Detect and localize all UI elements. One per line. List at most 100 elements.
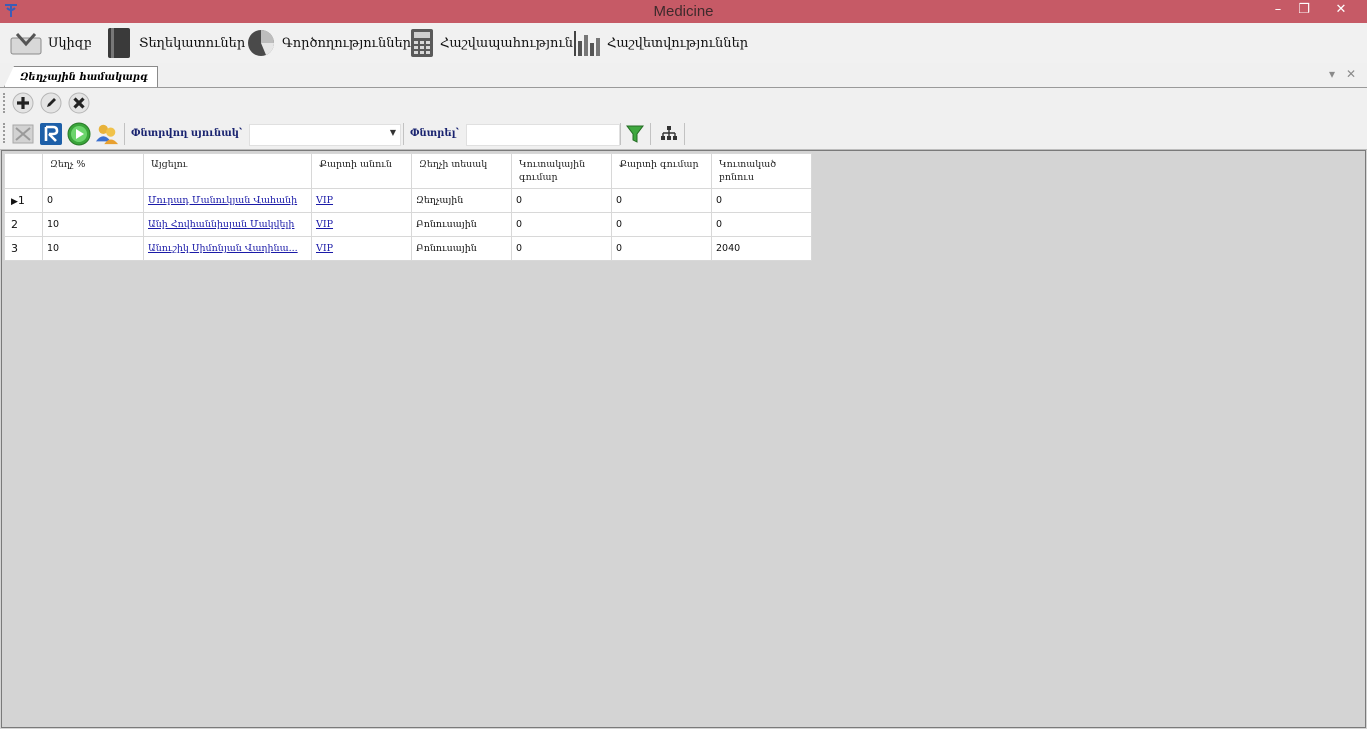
- minimize-button[interactable]: –: [1264, 0, 1292, 22]
- bonus-cell[interactable]: 0: [711, 188, 812, 213]
- data-grid-panel: Զեղչ % Այցելու Քարտի անուն Զեղչի տեսակ Կ…: [1, 150, 1366, 728]
- run-button[interactable]: [67, 122, 91, 146]
- toolbar-grip[interactable]: [3, 123, 8, 143]
- card-name-link[interactable]: VIP: [311, 236, 412, 261]
- search-column-select[interactable]: ▼: [249, 124, 401, 146]
- menu-reports[interactable]: Հաշվետվություններ: [573, 26, 748, 60]
- export-button[interactable]: [11, 122, 35, 146]
- start-icon: [10, 30, 42, 56]
- title-bar: Medicine – ❐ ✕: [0, 0, 1367, 23]
- column-header[interactable]: Քարտի անուն: [311, 153, 412, 189]
- document-tab-strip: Զեղչային համակարգ ▾ ✕: [0, 63, 1367, 88]
- tab-list-dropdown-icon[interactable]: ▾: [1329, 67, 1335, 81]
- delete-x-icon: [68, 92, 90, 114]
- row-header[interactable]: 2: [4, 212, 43, 237]
- close-button[interactable]: ✕: [1326, 0, 1356, 22]
- accumulated-sum-cell[interactable]: 0: [511, 236, 612, 261]
- pie-chart-icon: [246, 29, 276, 57]
- delete-button[interactable]: [67, 91, 91, 115]
- hierarchy-icon: [661, 126, 677, 140]
- dropdown-arrow-icon: ▼: [389, 128, 396, 137]
- search-label: Փնտրել՝: [410, 128, 459, 139]
- column-header[interactable]: Այցելու: [143, 153, 312, 189]
- card-sum-cell[interactable]: 0: [611, 188, 712, 213]
- menu-start[interactable]: Սկիզբ: [10, 26, 92, 60]
- card-name-link[interactable]: VIP: [311, 188, 412, 213]
- discount-cards-table: Զեղչ % Այցելու Քարտի անուն Զեղչի տեսակ Կ…: [4, 153, 812, 261]
- discount-type-cell[interactable]: Զեղչային: [411, 188, 512, 213]
- visitor-link[interactable]: Անի Հովհաննիսյան Մակվելի: [143, 212, 312, 237]
- menu-directories[interactable]: Տեղեկատուներ: [105, 26, 245, 60]
- discount-cell[interactable]: 0: [42, 188, 144, 213]
- calculator-icon: [410, 28, 434, 58]
- filter-button[interactable]: [623, 122, 647, 146]
- menu-reports-label: Հաշվետվություններ: [607, 35, 749, 51]
- table-row[interactable]: ▶1 0 Մուրադ Մանուկյան Վահանի VIP Զեղչայի…: [4, 188, 812, 213]
- row-number: 3: [11, 242, 18, 255]
- menu-accounting-label: Հաշվապահություն: [440, 35, 574, 51]
- visitor-link[interactable]: Մուրադ Մանուկյան Վահանի: [143, 188, 312, 213]
- menu-operations-label: Գործողություններ: [282, 35, 412, 51]
- card-sum-cell[interactable]: 0: [611, 236, 712, 261]
- table-row[interactable]: 3 10 Անուշիկ Սիմոնյան Վաղինա... VIP Բոնո…: [4, 236, 812, 261]
- row-header-corner: [4, 153, 43, 189]
- add-button[interactable]: [11, 91, 35, 115]
- discount-type-cell[interactable]: Բոնուսային: [411, 236, 512, 261]
- search-toolbar: Փնտրվող սյունակ՝ ▼ Փնտրել՝: [0, 119, 1367, 150]
- column-header[interactable]: Կուտակած բոնուս: [711, 153, 812, 189]
- bonus-cell[interactable]: 0: [711, 212, 812, 237]
- card-name-link[interactable]: VIP: [311, 212, 412, 237]
- column-header[interactable]: Զեղչ %: [42, 153, 144, 189]
- tab-discount-system[interactable]: Զեղչային համակարգ: [4, 66, 158, 87]
- toolbar-grip[interactable]: [3, 93, 8, 113]
- menu-start-label: Սկիզբ: [48, 35, 92, 51]
- accumulated-sum-cell[interactable]: 0: [511, 188, 612, 213]
- discount-type-cell[interactable]: Բոնուսային: [411, 212, 512, 237]
- play-icon: [67, 122, 91, 146]
- toolbar-separator: [124, 123, 125, 145]
- tab-discount-system-label: Զեղչային համակարգ: [20, 71, 148, 83]
- refresh-button[interactable]: [39, 122, 63, 146]
- table-header-row: Զեղչ % Այցելու Քարտի անուն Զեղչի տեսակ Կ…: [4, 153, 812, 189]
- table-row[interactable]: 2 10 Անի Հովհաննիսյան Մակվելի VIP Բոնուս…: [4, 212, 812, 237]
- window-title: Medicine: [653, 3, 714, 20]
- row-number: 2: [11, 218, 18, 231]
- menu-accounting[interactable]: Հաշվապահություն: [410, 26, 573, 60]
- restore-button[interactable]: ❐: [1290, 0, 1318, 22]
- export-disabled-icon: [12, 124, 34, 144]
- hierarchy-button[interactable]: [657, 122, 681, 146]
- refresh-icon: [40, 123, 62, 145]
- book-icon: [105, 27, 133, 59]
- toolbar-separator: [403, 123, 404, 145]
- pencil-icon: [40, 92, 62, 114]
- main-menu-bar: Սկիզբ Տեղեկատուներ Գործողություններ Հաշվ…: [0, 23, 1367, 64]
- column-header[interactable]: Քարտի գումար: [611, 153, 712, 189]
- bonus-cell[interactable]: 2040: [711, 236, 812, 261]
- discount-cell[interactable]: 10: [42, 212, 144, 237]
- users-button[interactable]: [95, 122, 119, 146]
- accumulated-sum-cell[interactable]: 0: [511, 212, 612, 237]
- bar-chart-icon: [573, 29, 601, 57]
- row-header[interactable]: ▶1: [4, 188, 43, 213]
- users-icon: [95, 124, 119, 145]
- row-number: 1: [17, 194, 25, 207]
- toolbar-separator: [650, 123, 651, 145]
- tab-close-icon[interactable]: ✕: [1346, 67, 1356, 81]
- search-input[interactable]: [466, 124, 620, 146]
- visitor-link[interactable]: Անուշիկ Սիմոնյան Վաղինա...: [143, 236, 312, 261]
- toolbar-separator: [620, 123, 621, 145]
- column-header[interactable]: Կուտակային գումար: [511, 153, 612, 189]
- toolbar-separator: [684, 123, 685, 145]
- current-row-indicator-icon: ▶: [11, 197, 18, 207]
- filter-icon: [626, 125, 644, 143]
- plus-icon: [12, 92, 34, 114]
- row-header[interactable]: 3: [4, 236, 43, 261]
- record-toolbar: [0, 88, 1367, 119]
- menu-directories-label: Տեղեկատուներ: [139, 35, 246, 51]
- card-sum-cell[interactable]: 0: [611, 212, 712, 237]
- menu-operations[interactable]: Գործողություններ: [246, 26, 411, 60]
- edit-button[interactable]: [39, 91, 63, 115]
- discount-cell[interactable]: 10: [42, 236, 144, 261]
- column-header[interactable]: Զեղչի տեսակ: [411, 153, 512, 189]
- search-column-label: Փնտրվող սյունակ՝: [131, 128, 243, 139]
